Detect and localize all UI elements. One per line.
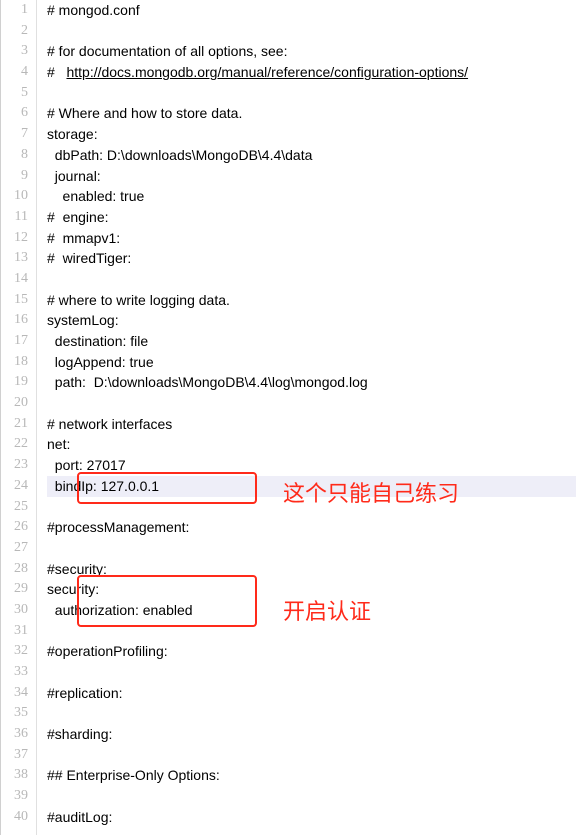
code-line[interactable]: #security: — [47, 559, 576, 580]
code-line[interactable] — [47, 269, 576, 290]
doc-link[interactable]: http://docs.mongodb.org/manual/reference… — [66, 64, 468, 80]
code-line[interactable]: # engine: — [47, 207, 576, 228]
code-line[interactable]: bindIp: 127.0.0.1 — [47, 476, 576, 497]
code-line[interactable]: # where to write logging data. — [47, 290, 576, 311]
code-line[interactable]: # mongod.conf — [47, 0, 576, 21]
line-number: 28 — [1, 559, 28, 580]
code-line[interactable] — [47, 538, 576, 559]
code-line[interactable]: # mmapv1: — [47, 228, 576, 249]
line-number: 29 — [1, 579, 28, 600]
code-line[interactable]: # wiredTiger: — [47, 248, 576, 269]
line-number: 21 — [1, 414, 28, 435]
code-line[interactable] — [47, 497, 576, 518]
code-line[interactable] — [47, 662, 576, 683]
line-number: 1 — [1, 0, 28, 21]
line-number: 19 — [1, 372, 28, 393]
code-line[interactable]: storage: — [47, 124, 576, 145]
code-editor: 1234567891011121314151617181920212223242… — [0, 0, 576, 835]
code-line[interactable]: # network interfaces — [47, 414, 576, 435]
line-number: 16 — [1, 310, 28, 331]
line-number: 22 — [1, 434, 28, 455]
line-number: 31 — [1, 621, 28, 642]
code-line[interactable]: authorization: enabled — [47, 600, 576, 621]
line-number: 23 — [1, 455, 28, 476]
line-number: 14 — [1, 269, 28, 290]
line-number: 27 — [1, 538, 28, 559]
code-line[interactable]: net: — [47, 434, 576, 455]
code-line[interactable] — [47, 703, 576, 724]
code-line[interactable] — [47, 745, 576, 766]
code-line[interactable]: path: D:\downloads\MongoDB\4.4\log\mongo… — [47, 372, 576, 393]
line-number: 34 — [1, 683, 28, 704]
code-line[interactable]: # http://docs.mongodb.org/manual/referen… — [47, 62, 576, 83]
code-line[interactable]: #processManagement: — [47, 517, 576, 538]
line-number: 3 — [1, 41, 28, 62]
line-number: 36 — [1, 724, 28, 745]
line-number: 10 — [1, 186, 28, 207]
line-number: 18 — [1, 352, 28, 373]
line-number: 32 — [1, 641, 28, 662]
line-number: 7 — [1, 124, 28, 145]
code-line[interactable]: enabled: true — [47, 186, 576, 207]
code-line[interactable]: #auditLog: — [47, 807, 576, 828]
line-number: 4 — [1, 62, 28, 83]
line-number: 11 — [1, 207, 28, 228]
code-line[interactable]: ## Enterprise-Only Options: — [47, 765, 576, 786]
code-line[interactable]: #sharding: — [47, 724, 576, 745]
line-number: 6 — [1, 103, 28, 124]
line-number: 38 — [1, 765, 28, 786]
line-number: 13 — [1, 248, 28, 269]
code-line[interactable]: #replication: — [47, 683, 576, 704]
line-number: 33 — [1, 662, 28, 683]
code-line[interactable] — [47, 786, 576, 807]
code-line[interactable]: systemLog: — [47, 310, 576, 331]
line-number-gutter: 1234567891011121314151617181920212223242… — [1, 0, 37, 835]
code-line[interactable]: journal: — [47, 166, 576, 187]
code-line[interactable]: # for documentation of all options, see: — [47, 41, 576, 62]
code-line[interactable] — [47, 21, 576, 42]
code-line[interactable]: dbPath: D:\downloads\MongoDB\4.4\data — [47, 145, 576, 166]
line-number: 5 — [1, 83, 28, 104]
line-number: 39 — [1, 786, 28, 807]
line-number: 8 — [1, 145, 28, 166]
line-number: 37 — [1, 745, 28, 766]
line-number: 40 — [1, 807, 28, 828]
line-number: 12 — [1, 228, 28, 249]
line-number: 15 — [1, 290, 28, 311]
code-line[interactable]: logAppend: true — [47, 352, 576, 373]
code-line[interactable] — [47, 83, 576, 104]
code-line[interactable] — [47, 621, 576, 642]
line-number: 20 — [1, 393, 28, 414]
line-number: 2 — [1, 21, 28, 42]
code-line[interactable] — [47, 393, 576, 414]
line-number: 25 — [1, 497, 28, 518]
code-line[interactable]: destination: file — [47, 331, 576, 352]
line-number: 17 — [1, 331, 28, 352]
code-line[interactable]: port: 27017 — [47, 455, 576, 476]
line-number: 26 — [1, 517, 28, 538]
line-number: 30 — [1, 600, 28, 621]
line-number: 24 — [1, 476, 28, 497]
code-line[interactable]: # Where and how to store data. — [47, 103, 576, 124]
code-line[interactable]: security: — [47, 579, 576, 600]
line-number: 35 — [1, 703, 28, 724]
line-number: 9 — [1, 166, 28, 187]
code-line[interactable]: #operationProfiling: — [47, 641, 576, 662]
code-area[interactable]: 这个只能自己练习 开启认证 # mongod.conf# for documen… — [37, 0, 576, 835]
